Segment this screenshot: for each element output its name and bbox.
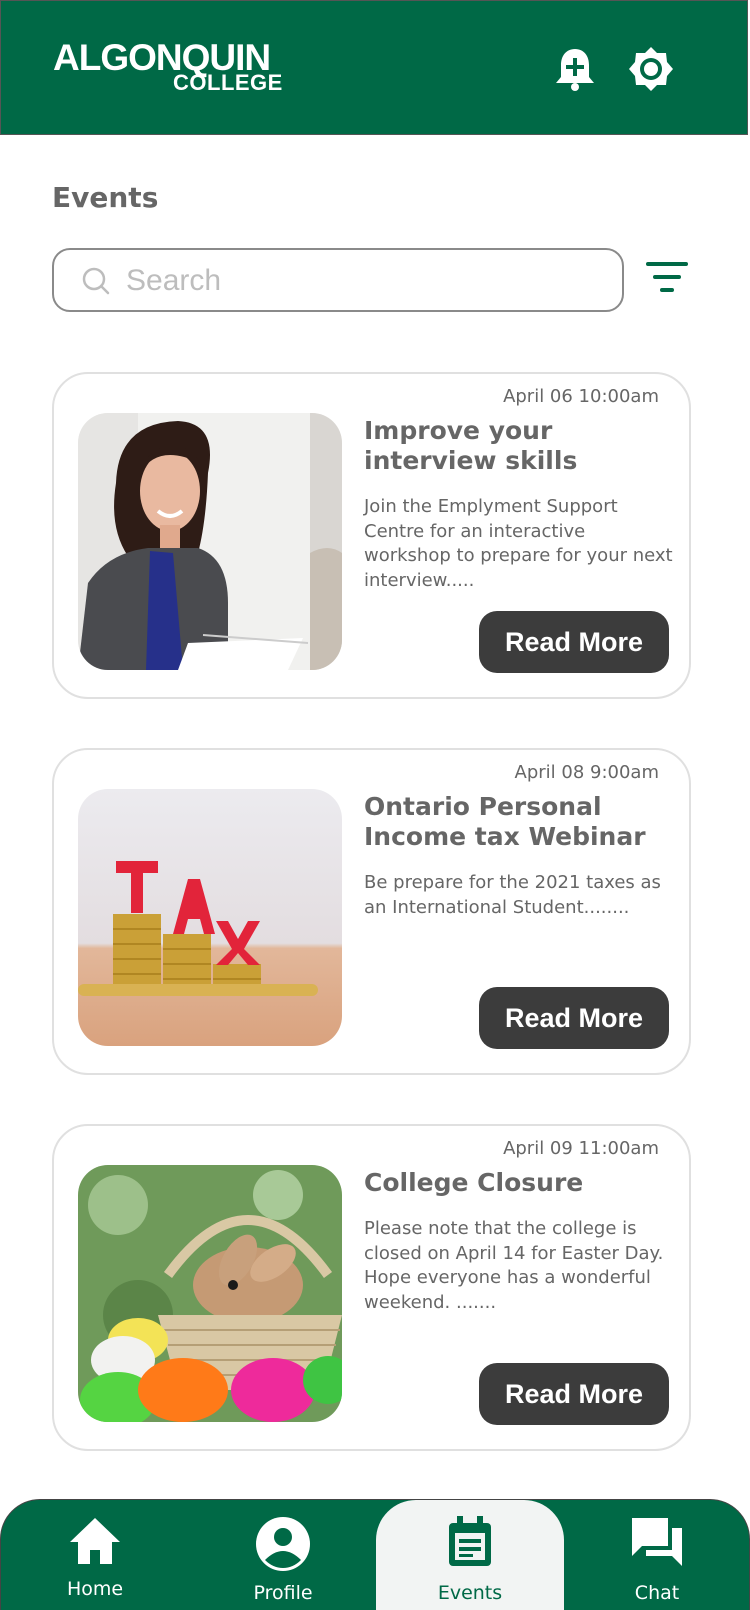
event-image-tax	[78, 789, 342, 1046]
tab-home[interactable]: Home	[1, 1500, 189, 1610]
search-input[interactable]	[124, 258, 608, 304]
app-header: ALGONQUIN COLLEGE	[0, 0, 748, 135]
calendar-icon	[449, 1516, 491, 1566]
event-description: Be prepare for the 2021 taxes as an Inte…	[364, 872, 661, 918]
read-more-button[interactable]: Read More	[479, 611, 669, 673]
chat-icon	[632, 1518, 682, 1566]
tab-label: Chat	[634, 1582, 680, 1604]
profile-icon	[256, 1517, 310, 1571]
event-image-easter	[78, 1165, 342, 1422]
event-description: Please note that the college is closed o…	[364, 1218, 664, 1313]
filter-icon[interactable]	[646, 262, 688, 294]
event-description: Join the Emplyment Support Centre for an…	[364, 496, 673, 591]
event-card: April 08 9:00am Ontario Personal Income …	[52, 748, 691, 1075]
event-date: April 08 9:00am	[514, 762, 659, 783]
event-title: Improve your interview skills	[364, 416, 578, 475]
home-icon	[70, 1518, 120, 1564]
tab-label: Home	[66, 1578, 124, 1600]
tab-profile[interactable]: Profile	[189, 1500, 377, 1610]
college-logo: ALGONQUIN COLLEGE	[53, 39, 283, 94]
page-title: Events	[52, 181, 159, 214]
tab-label: Events	[437, 1582, 503, 1604]
tab-label: Profile	[253, 1582, 313, 1604]
tab-events[interactable]: Events	[376, 1500, 564, 1610]
search-icon	[82, 267, 110, 295]
event-date: April 09 11:00am	[503, 1138, 659, 1159]
event-image-interview	[78, 413, 342, 670]
tab-chat[interactable]: Chat	[563, 1500, 749, 1610]
event-date: April 06 10:00am	[503, 386, 659, 407]
bottom-tab-bar: Home Profile Events Chat	[0, 1499, 750, 1610]
search-box[interactable]	[52, 248, 624, 312]
read-more-button[interactable]: Read More	[479, 1363, 669, 1425]
logo-line-2: COLLEGE	[173, 70, 283, 95]
event-title: Ontario Personal Income tax Webinar	[364, 792, 646, 851]
event-card: April 06 10:00am Improve your interview …	[52, 372, 691, 699]
event-title: College Closure	[364, 1168, 584, 1197]
read-more-button[interactable]: Read More	[479, 987, 669, 1049]
event-card: April 09 11:00am College Closure Please …	[52, 1124, 691, 1451]
bell-plus-icon[interactable]	[551, 45, 599, 93]
settings-gear-icon[interactable]	[627, 45, 675, 93]
